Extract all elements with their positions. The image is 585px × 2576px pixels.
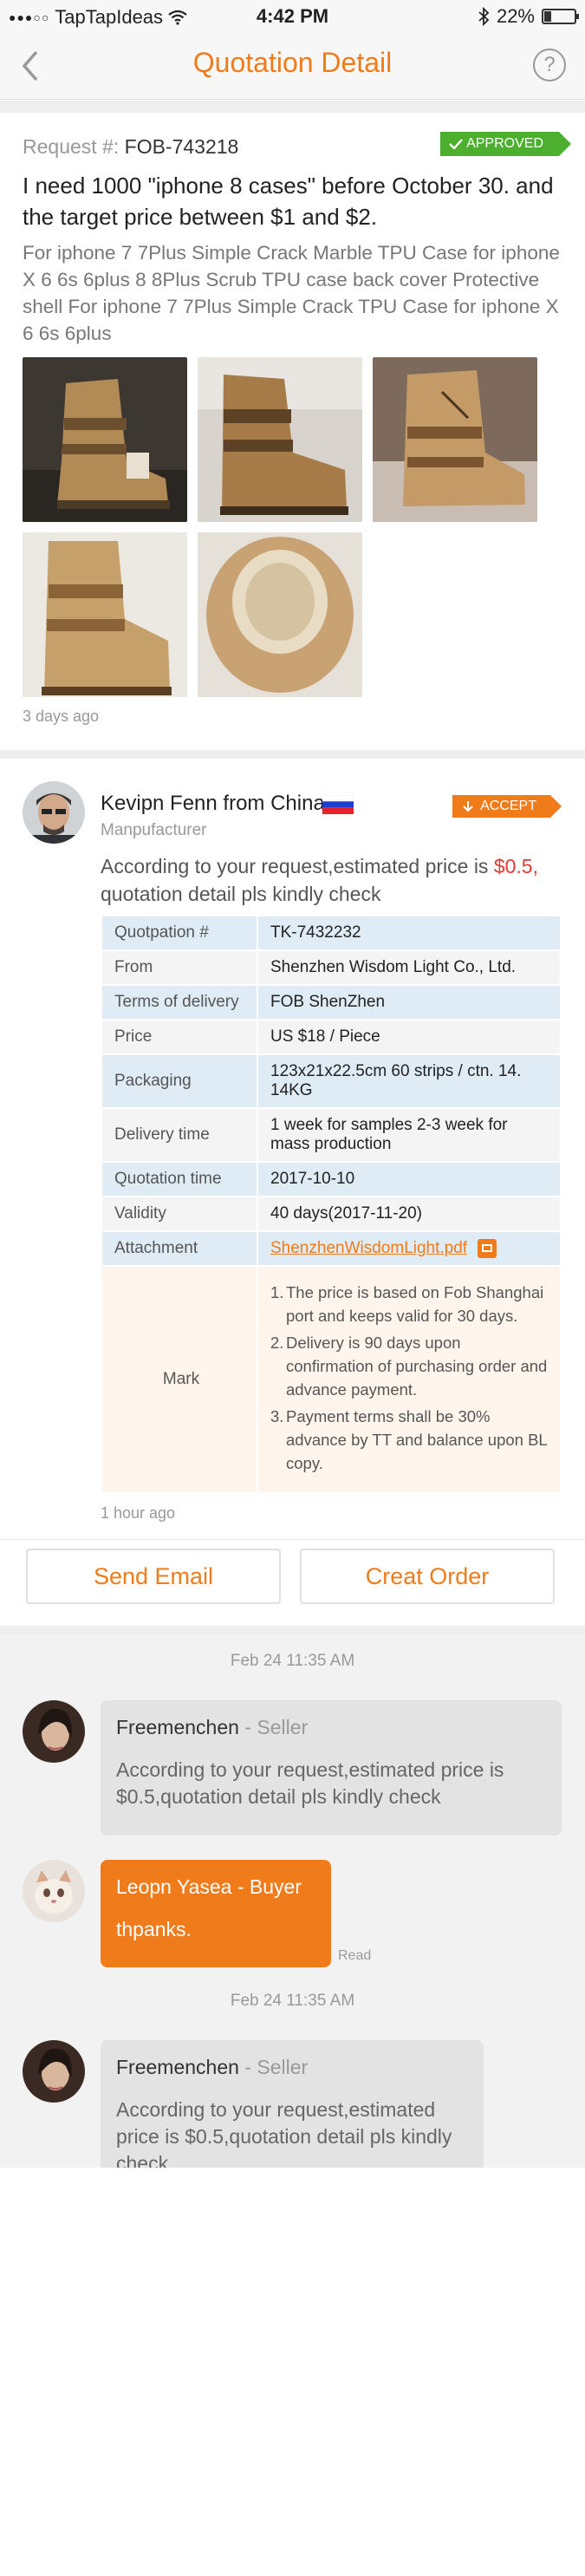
arrow-down-icon [463, 800, 473, 812]
table-row: Quotpation # TK-7432232 [101, 915, 562, 951]
row-value: 2017-10-10 [257, 1161, 562, 1197]
divider [0, 1626, 585, 1634]
estimate-price: $0.5, [493, 855, 538, 877]
row-key: Attachment [101, 1229, 258, 1268]
message-text: According to your request,estimated pric… [116, 1758, 504, 1808]
chat-bubble: Freemenchen - Seller According to your r… [101, 2040, 484, 2168]
sender: Freemenchen - Seller [116, 1716, 309, 1738]
product-photo[interactable] [23, 532, 187, 697]
page-title: Quotation Detail [192, 47, 393, 78]
chat-thread: Feb 24 11:35 AM Freemenchen - Seller Acc… [0, 1634, 585, 2168]
table-row: Mark 1. The price is based on Fob Shangha… [101, 1265, 562, 1495]
avatar[interactable] [23, 781, 85, 844]
mark-notes: 1. The price is based on Fob Shanghai por… [257, 1265, 562, 1495]
table-row: Attachment ShenzhenWisdomLight.pdf [101, 1229, 562, 1268]
attachment-link[interactable]: ShenzhenWisdomLight.pdf [270, 1239, 467, 1257]
battery-percent: 22% [496, 5, 535, 27]
battery-icon [542, 9, 579, 24]
create-order-button[interactable]: Creat Order [300, 1549, 555, 1604]
help-icon[interactable]: ? [533, 49, 566, 82]
row-value: 40 days(2017-11-20) [257, 1196, 562, 1232]
row-value: FOB ShenZhen [257, 984, 562, 1021]
row-key: Validity [101, 1196, 258, 1232]
message-text: According to your request,estimated pric… [116, 2098, 452, 2168]
send-email-button[interactable]: Send Email [26, 1549, 281, 1604]
sender: Freemenchen - Seller [116, 2056, 309, 2078]
table-row: Packaging 123x21x22.5cm 60 strips / ctn.… [101, 1053, 562, 1109]
avatar[interactable] [23, 2040, 85, 2103]
chat-timestamp: Feb 24 11:35 AM [230, 1652, 355, 1670]
table-row: Validity 40 days(2017-11-20) [101, 1196, 562, 1232]
accept-badge: ACCEPT [452, 795, 562, 818]
row-key: Quotpation # [101, 915, 258, 951]
row-value: Shenzhen Wisdom Light Co., Ltd. [257, 949, 562, 986]
row-key: Terms of delivery [101, 984, 258, 1021]
list-item: 1. The price is based on Fob Shanghai por… [270, 1283, 544, 1326]
quotation-posted-time: 1 hour ago [101, 1504, 176, 1522]
row-value: US $18 / Piece [257, 1019, 562, 1055]
row-key: Packaging [101, 1053, 258, 1109]
mail-icon[interactable] [478, 1239, 497, 1258]
product-photo[interactable] [373, 357, 537, 522]
avatar[interactable] [23, 1860, 85, 1922]
product-photo[interactable] [23, 357, 187, 522]
request-posted-time: 3 days ago [23, 708, 100, 725]
quotation-card: Kevipn Fenn from China Manpufacturer ACC… [0, 759, 585, 1539]
message-text: thpanks. [116, 1918, 192, 1940]
list-item: 2. Delivery is 90 days upon confirmation … [270, 1334, 548, 1399]
table-row: Delivery time 1 week for samples 2-3 wee… [101, 1107, 562, 1163]
row-key: Price [101, 1019, 258, 1055]
divider [0, 101, 585, 113]
row-value: 123x21x22.5cm 60 strips / ctn. 14. 14KG [257, 1053, 562, 1109]
request-description: For iphone 7 7Plus Simple Crack Marble T… [23, 242, 560, 344]
empty-area [0, 2168, 585, 2576]
bluetooth-icon [478, 7, 490, 26]
row-value: ShenzhenWisdomLight.pdf [257, 1229, 562, 1268]
table-row: From Shenzhen Wisdom Light Co., Ltd. [101, 949, 562, 986]
request-card: Request #: FOB-743218 APPROVED I need 10… [0, 113, 585, 750]
chat-bubble: Leopn Yasea - Buyer thpanks. [101, 1860, 331, 1967]
supplier-name: Kevipn Fenn from China [101, 792, 325, 815]
request-headline: I need 1000 "iphone 8 cases" before Octo… [23, 173, 554, 230]
russia-flag-icon [322, 795, 354, 814]
sender: Leopn Yasea - Buyer [116, 1875, 302, 1898]
row-key: Delivery time [101, 1107, 258, 1163]
row-value: TK-7432232 [257, 915, 562, 951]
request-number: Request #: FOB-743218 [23, 135, 239, 158]
divider [0, 750, 585, 759]
table-row: Price US $18 / Piece [101, 1019, 562, 1055]
chat-timestamp: Feb 24 11:35 AM [230, 1992, 355, 2010]
approved-badge: APPROVED [440, 132, 571, 156]
table-row: Quotation time 2017-10-10 [101, 1161, 562, 1197]
action-bar: Send Email Creat Order [0, 1539, 585, 1626]
read-receipt: Read [338, 1948, 372, 1963]
status-bar: ●●●○○ TapTapIdeas 4:42 PM 22% [0, 0, 585, 35]
product-photo[interactable] [198, 532, 362, 697]
check-icon [449, 138, 463, 150]
mark-label: Mark [101, 1265, 258, 1495]
supplier-role: Manpufacturer [101, 821, 207, 839]
product-photo[interactable] [198, 357, 362, 522]
avatar[interactable] [23, 1700, 85, 1763]
row-key: From [101, 949, 258, 986]
row-key: Quotation time [101, 1161, 258, 1197]
table-row: Terms of delivery FOB ShenZhen [101, 984, 562, 1021]
estimate-text: According to your request,estimated pric… [101, 855, 538, 905]
quotation-table: Quotpation # TK-7432232 From Shenzhen Wi… [101, 915, 562, 1495]
nav-bar: Quotation Detail ? [0, 35, 585, 100]
list-item: 3. Payment terms shall be 30% advance by … [270, 1407, 548, 1473]
row-value: 1 week for samples 2-3 week for mass pro… [257, 1107, 562, 1163]
chat-bubble: Freemenchen - Seller According to your r… [101, 1700, 562, 1836]
